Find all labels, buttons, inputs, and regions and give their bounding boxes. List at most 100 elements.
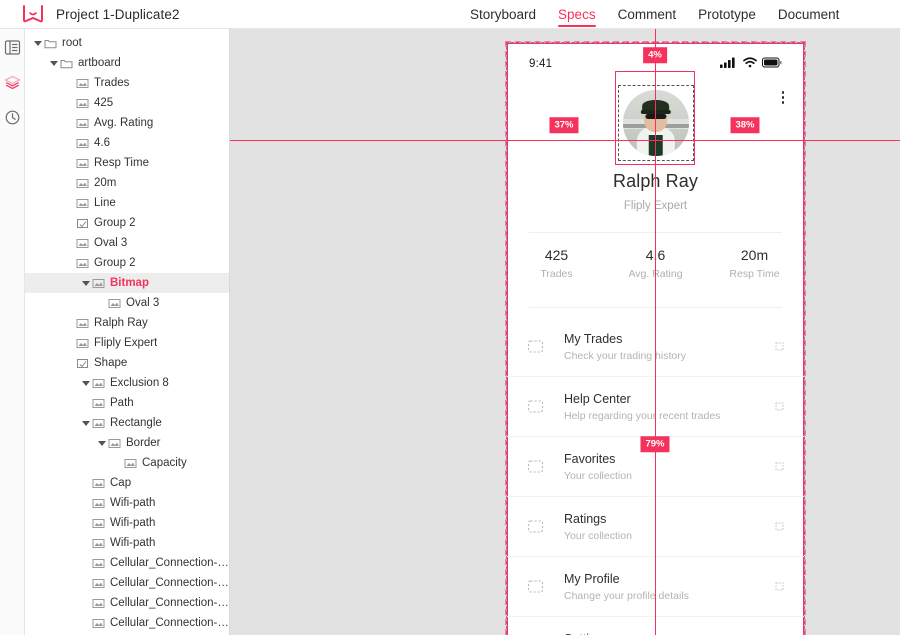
layer-row-label: Trades — [94, 77, 130, 89]
text-layer-icon — [92, 478, 105, 488]
stat-trades: 425 Trades — [507, 247, 606, 280]
battery-icon — [762, 55, 782, 73]
pages-list-icon[interactable] — [4, 39, 21, 56]
layer-row-label: Bitmap — [110, 277, 149, 289]
layer-row[interactable]: artboard — [25, 53, 229, 73]
status-bar-time: 9:41 — [529, 58, 553, 70]
layer-row[interactable]: Cellular_Connection-path — [25, 573, 229, 593]
layer-row[interactable]: Trades — [25, 73, 229, 93]
layer-row[interactable]: Bitmap — [25, 273, 229, 293]
tab-storyboard[interactable]: Storyboard — [470, 0, 536, 29]
text-layer-icon — [76, 118, 89, 128]
text-layer-icon — [76, 318, 89, 328]
text-layer-icon — [92, 498, 105, 508]
layer-row[interactable]: Cellular_Connection-path — [25, 553, 229, 573]
menu-item-subtitle: Change your profile details — [564, 589, 689, 602]
layer-row[interactable]: root — [25, 33, 229, 53]
menu-item-text: My Trades Check your trading history — [564, 332, 775, 362]
layer-row[interactable]: Rectangle — [25, 413, 229, 433]
text-layer-icon — [92, 518, 105, 528]
disclosure-triangle-open-icon[interactable] — [33, 38, 43, 48]
layer-row-label: Wifi-path — [110, 497, 156, 509]
layer-row-label: Line — [94, 197, 116, 209]
layer-row[interactable]: 20m — [25, 173, 229, 193]
text-layer-icon — [76, 78, 89, 88]
layer-row[interactable]: Cap — [25, 473, 229, 493]
menu-item-subtitle: Your collection — [564, 529, 632, 542]
tab-prototype[interactable]: Prototype — [698, 0, 756, 29]
layer-row[interactable]: Capacity — [25, 453, 229, 473]
main-nav-tabs: Storyboard Specs Comment Prototype Docum… — [470, 0, 839, 29]
layer-row[interactable]: Cellular_Connection-path — [25, 593, 229, 613]
measurement-badge-top: 4% — [643, 47, 667, 63]
layer-row[interactable]: Resp Time — [25, 153, 229, 173]
kebab-dot — [781, 96, 784, 99]
disclosure-triangle-open-icon[interactable] — [81, 418, 91, 428]
text-layer-icon — [92, 398, 105, 408]
help-placeholder-icon — [527, 400, 544, 413]
layer-row[interactable]: 425 — [25, 93, 229, 113]
tab-comment[interactable]: Comment — [618, 0, 677, 29]
text-layer-icon — [76, 238, 89, 248]
layer-row-label: 20m — [94, 177, 117, 189]
disclosure-triangle-open-icon[interactable] — [81, 278, 91, 288]
layers-icon[interactable] — [3, 74, 21, 91]
layer-row[interactable]: Group 2 — [25, 253, 229, 273]
tab-specs[interactable]: Specs — [558, 0, 596, 29]
measurement-badge-left: 37% — [549, 117, 579, 133]
layer-row[interactable]: Ralph Ray — [25, 313, 229, 333]
history-clock-icon[interactable] — [4, 109, 21, 126]
layer-row[interactable]: Group 2 — [25, 213, 229, 233]
layer-row[interactable]: Fliply Expert — [25, 333, 229, 353]
text-layer-icon — [76, 98, 89, 108]
menu-item-title: Favorites — [564, 451, 616, 466]
text-layer-icon — [108, 438, 121, 448]
menu-item-title: My Trades — [564, 331, 623, 346]
layer-row[interactable]: Cellular_Connection-path — [25, 613, 229, 633]
layer-row[interactable]: Oval 3 — [25, 293, 229, 313]
layer-row-label: Ralph Ray — [94, 317, 148, 329]
disclosure-triangle-open-icon[interactable] — [81, 378, 91, 388]
layer-row[interactable]: Line — [25, 193, 229, 213]
layer-row-label: 425 — [94, 97, 114, 109]
menu-item-title: My Profile — [564, 571, 620, 586]
layer-row[interactable]: Avg. Rating — [25, 113, 229, 133]
menu-item-subtitle: Your collection — [564, 469, 632, 482]
folder-icon — [60, 59, 73, 68]
tab-document[interactable]: Document — [778, 0, 840, 29]
layer-row[interactable]: Wifi-path — [25, 513, 229, 533]
more-vertical-icon[interactable] — [781, 91, 784, 104]
layer-row-label: artboard — [78, 57, 121, 69]
layer-row-label: Oval 3 — [94, 237, 128, 249]
layer-row[interactable]: Border — [25, 433, 229, 453]
design-canvas[interactable]: 9:41 Ralph Ray Fliply Expert 425 Trades … — [230, 29, 900, 635]
project-title: Project 1-Duplicate2 — [56, 6, 180, 22]
layer-row[interactable]: Path — [25, 393, 229, 413]
disclosure-triangle-open-icon[interactable] — [49, 58, 59, 68]
layer-row[interactable]: Oval 3 — [25, 233, 229, 253]
stat-value: 20m — [740, 247, 769, 263]
layer-row[interactable]: Exclusion 8 — [25, 373, 229, 393]
disclosure-triangle-open-icon[interactable] — [97, 438, 107, 448]
layer-row[interactable]: 4.6 — [25, 133, 229, 153]
layer-row[interactable]: Shape — [25, 353, 229, 373]
text-layer-icon — [92, 578, 105, 588]
menu-item-title: Help Center — [564, 391, 631, 406]
trades-placeholder-icon — [527, 340, 544, 353]
menu-item-text: My Profile Change your profile details — [564, 572, 775, 602]
layer-row-label: Capacity — [142, 457, 187, 469]
layer-row-label: root — [62, 37, 82, 49]
layer-tree-panel[interactable]: root artboard Trades 425 Avg. Rating 4.6 Resp … — [25, 29, 230, 635]
layer-row[interactable]: Wifi-path — [25, 533, 229, 553]
kebab-dot — [781, 91, 784, 94]
measurement-badge-bottom: 79% — [640, 436, 670, 452]
chevron-placeholder-icon — [775, 342, 784, 351]
layer-row[interactable]: Wifi-path — [25, 493, 229, 513]
stat-value: 425 — [544, 247, 569, 263]
